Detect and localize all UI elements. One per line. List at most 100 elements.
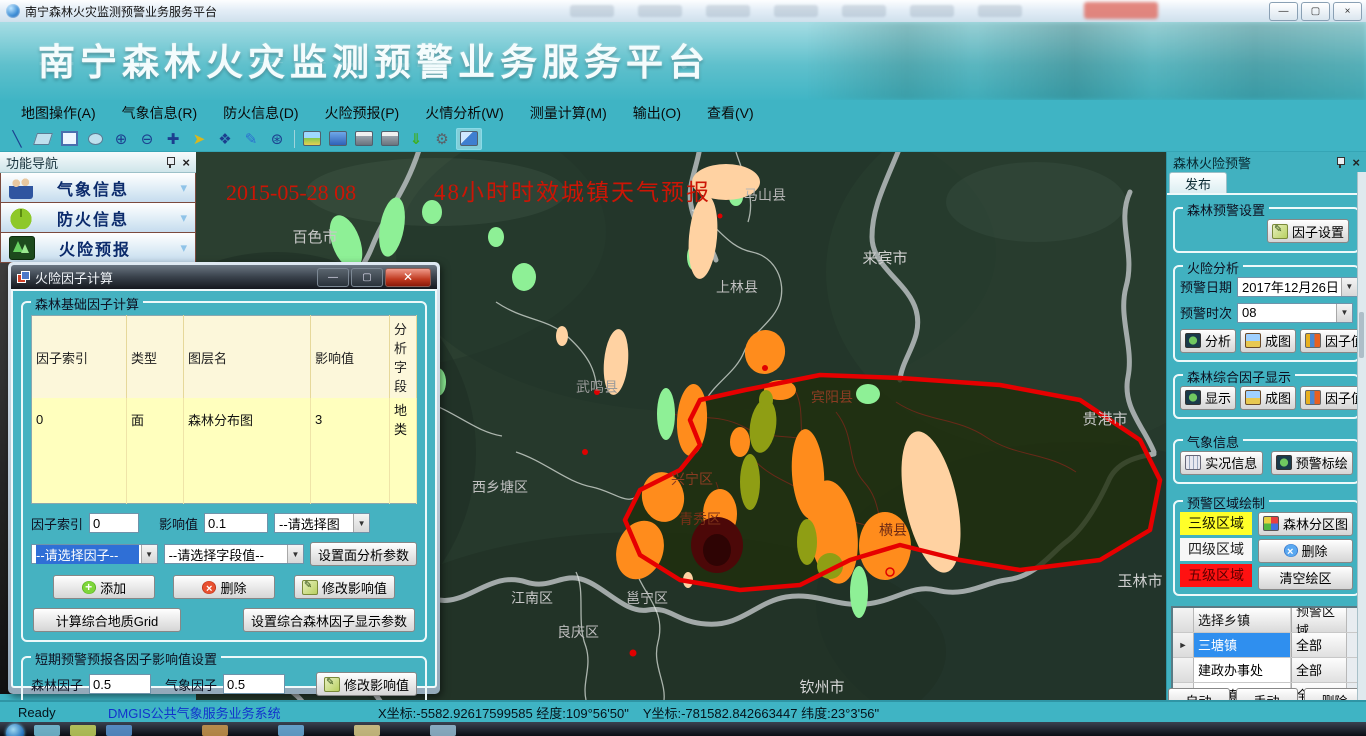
factor-table[interactable]: 因子索引 类型 图层名 影响值 分析字段 0 面 森林分布图 3 地类: [31, 315, 417, 504]
forest-factor-input[interactable]: [89, 674, 151, 694]
field-select-combo[interactable]: --请选择字段值-- ▼: [164, 544, 304, 564]
menu-fire-risk-forecast[interactable]: 火险预报(P): [312, 100, 413, 126]
add-button[interactable]: 添加: [53, 575, 155, 599]
full-extent-icon[interactable]: ❖: [213, 129, 237, 149]
dialog-maximize-button[interactable]: ▢: [351, 268, 383, 287]
combo-arrow-icon: ▼: [1341, 278, 1357, 296]
area-cell-button[interactable]: 全部: [1291, 658, 1346, 682]
col-warning-area: 预警区域: [1291, 608, 1346, 632]
line-tool-icon[interactable]: ╲: [5, 129, 29, 149]
factor-select-combo[interactable]: --请选择因子-- ▼: [31, 544, 158, 564]
group-title: 森林基础因子计算: [31, 294, 143, 313]
bar-chart-icon: [1305, 333, 1321, 348]
taskbar-app-icon[interactable]: [354, 725, 380, 736]
document-icon[interactable]: [326, 129, 350, 149]
toolbar: ╲ ⊕ ⊖ ✚ ➤ ❖ ✎ ⊛ ⇓ ⚙: [0, 126, 1366, 152]
menu-output[interactable]: 输出(O): [620, 100, 694, 126]
modify-impact-button[interactable]: 修改影响值: [294, 575, 395, 599]
delete-area-button[interactable]: 删除: [1258, 539, 1353, 563]
sidebar-item-fire-risk-forecast[interactable]: 火险预报 ▾: [0, 233, 196, 263]
menu-fire-analysis[interactable]: 火情分析(W): [412, 100, 517, 126]
map-image-icon[interactable]: [300, 129, 324, 149]
modify-impact-button-2[interactable]: 修改影响值: [316, 672, 417, 696]
show-button[interactable]: 显示: [1180, 386, 1236, 410]
dialog-minimize-button[interactable]: —: [317, 268, 349, 287]
make-map-button[interactable]: 成图: [1240, 329, 1296, 353]
set-comprehensive-display-button[interactable]: 设置综合森林因子显示参数: [243, 608, 415, 632]
dialog-titlebar[interactable]: 火险因子计算 — ▢ ✕: [11, 265, 437, 289]
table-row-santang[interactable]: ► 三塘镇 全部: [1173, 633, 1360, 658]
menu-measurement[interactable]: 测量计算(M): [517, 100, 620, 126]
level4-area-swatch[interactable]: 四级区域: [1180, 538, 1252, 561]
polygon-tool-icon[interactable]: [31, 129, 55, 149]
edit-pencil-icon: [302, 580, 318, 595]
factor-index-input[interactable]: [89, 513, 139, 533]
menu-map-operations[interactable]: 地图操作(A): [8, 100, 109, 126]
table-row[interactable]: 0 面 森林分布图 3 地类: [32, 398, 417, 440]
taskbar-app-icon[interactable]: [202, 725, 228, 736]
clear-draw-area-button[interactable]: 清空绘区: [1258, 566, 1353, 590]
select-arrow-icon[interactable]: ➤: [187, 129, 211, 149]
factor-settings-button[interactable]: 因子设置: [1267, 219, 1349, 243]
set-area-params-button[interactable]: 设置面分析参数: [310, 542, 417, 566]
table-row-empty: [32, 482, 417, 504]
panel-scrollbar[interactable]: [1357, 172, 1366, 700]
pan-hand-icon[interactable]: ✚: [161, 129, 185, 149]
combo-arrow-icon: ▼: [287, 545, 303, 563]
start-button[interactable]: [6, 724, 24, 736]
status-system-name: DMGIS公共气象服务业务系统: [108, 703, 333, 722]
zoom-selection-icon[interactable]: ⊛: [265, 129, 289, 149]
menu-view[interactable]: 查看(V): [694, 100, 767, 126]
restore-button[interactable]: ▢: [1301, 2, 1330, 21]
zoom-in-icon[interactable]: ⊕: [109, 129, 133, 149]
auto-button[interactable]: 自动: [1168, 688, 1230, 700]
analyze-button[interactable]: 分析: [1180, 329, 1236, 353]
zoom-out-icon[interactable]: ⊖: [135, 129, 159, 149]
taskbar-app-icon[interactable]: [278, 725, 304, 736]
close-button[interactable]: ×: [1333, 2, 1362, 21]
bar-chart-icon: [1305, 390, 1321, 405]
pin-icon[interactable]: [166, 157, 174, 168]
impact-value-input[interactable]: [204, 513, 268, 533]
print-icon[interactable]: [352, 129, 376, 149]
pin-icon[interactable]: [1336, 157, 1344, 168]
delete-button[interactable]: 删除: [173, 575, 275, 599]
rectangle-tool-icon[interactable]: [57, 129, 81, 149]
menu-fire-prevention-info[interactable]: 防火信息(D): [210, 100, 311, 126]
close-panel-icon[interactable]: ×: [182, 156, 190, 169]
sidebar-item-fire-prevention-info[interactable]: 防火信息 ▾: [0, 203, 196, 233]
warning-date-combo[interactable]: 2017年12月26日 ▼: [1237, 277, 1358, 297]
live-info-button[interactable]: 实况信息: [1180, 451, 1263, 475]
town-selection-table[interactable]: 选择乡镇 预警区域 ► 三塘镇 全部 建政办事处 全部 昆仑镇 全部: [1171, 606, 1362, 701]
dialog-close-button[interactable]: ✕: [385, 268, 431, 287]
label-jiangnan: 江南区: [511, 590, 553, 606]
close-panel-icon[interactable]: ×: [1352, 156, 1360, 169]
ellipse-tool-icon[interactable]: [83, 129, 107, 149]
map-select-combo[interactable]: --请选择图 ▼: [274, 513, 370, 533]
paintbrush-tool-icon[interactable]: ✎: [239, 129, 263, 149]
weather-factor-input[interactable]: [223, 674, 285, 694]
sidebar-item-weather-info[interactable]: 气象信息 ▾: [0, 173, 196, 203]
level3-area-swatch[interactable]: 三级区域: [1180, 512, 1252, 535]
taskbar-app-icon[interactable]: [430, 725, 456, 736]
minimize-button[interactable]: —: [1269, 2, 1298, 21]
taskbar-app-icon[interactable]: [70, 725, 96, 736]
print-preview-icon[interactable]: [378, 129, 402, 149]
export-down-icon[interactable]: ⇓: [404, 129, 428, 149]
level5-area-swatch[interactable]: 五级区域: [1180, 564, 1252, 587]
taskbar-app-icon[interactable]: [106, 725, 132, 736]
settings-gear-icon[interactable]: ⚙: [430, 129, 454, 149]
calc-grid-button[interactable]: 计算综合地质Grid: [33, 608, 181, 632]
table-row-jianzheng[interactable]: 建政办事处 全部: [1173, 658, 1360, 683]
taskbar-app-icon[interactable]: [34, 725, 60, 736]
photo-viewer-icon[interactable]: [456, 128, 482, 150]
picture-icon: [1245, 333, 1261, 348]
warning-plot-button[interactable]: 预警标绘: [1271, 451, 1354, 475]
make-map-button-2[interactable]: 成图: [1240, 386, 1296, 410]
warning-time-combo[interactable]: 08 ▼: [1237, 303, 1353, 323]
tab-publish[interactable]: 发布: [1169, 172, 1227, 193]
forest-zone-map-button[interactable]: 森林分区图: [1258, 512, 1353, 536]
manual-button[interactable]: 手动: [1236, 688, 1298, 700]
area-cell-button[interactable]: 全部: [1291, 633, 1346, 657]
menu-weather-info[interactable]: 气象信息(R): [109, 100, 210, 126]
